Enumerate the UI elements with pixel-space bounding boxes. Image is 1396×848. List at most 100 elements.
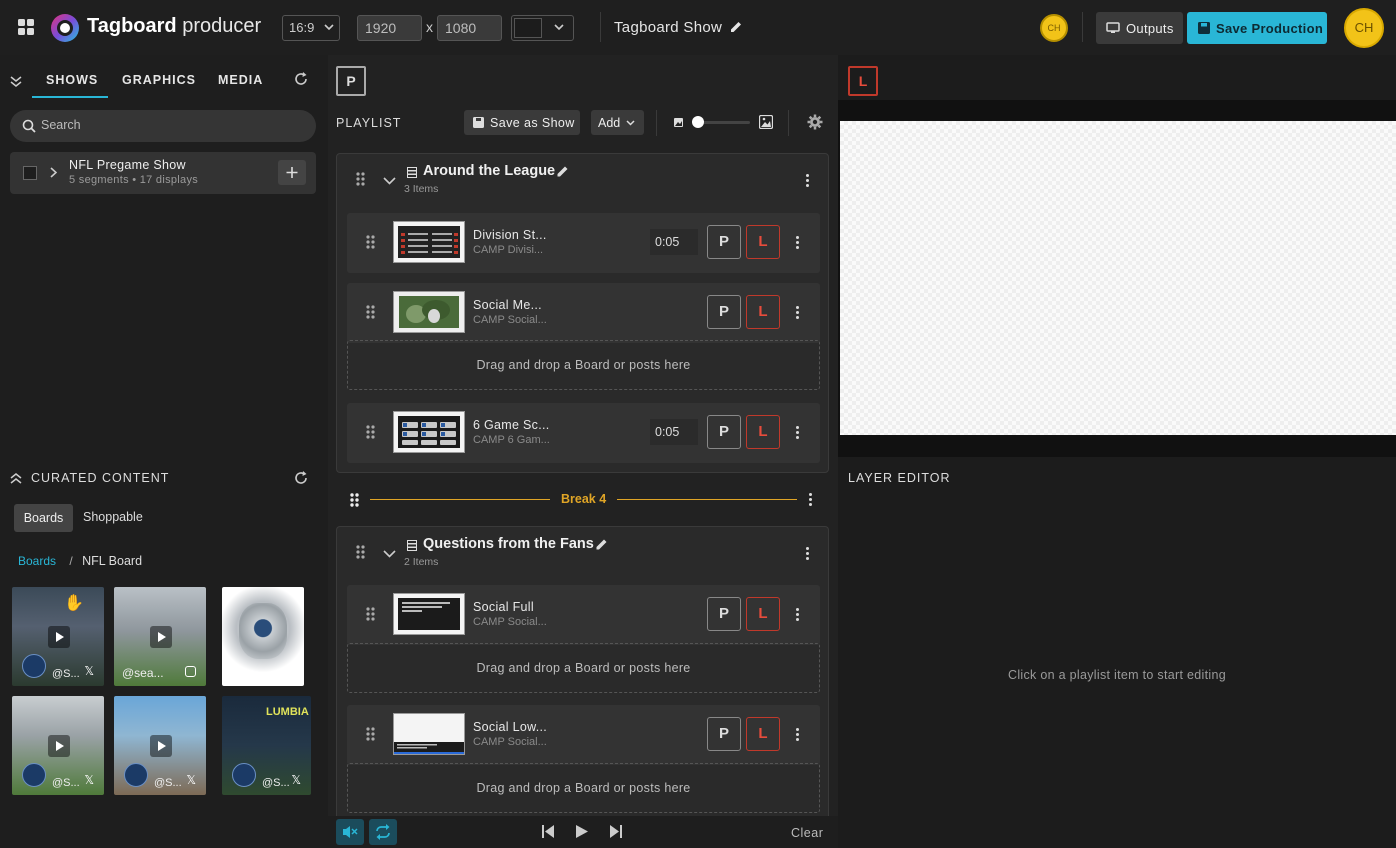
preview-button[interactable]: P bbox=[707, 225, 741, 259]
collapse-panel-icon[interactable] bbox=[10, 75, 22, 87]
more-options-icon[interactable] bbox=[796, 236, 800, 250]
item-subtitle: CAMP Social... bbox=[473, 314, 547, 326]
x-logo-icon: 𝕏 bbox=[291, 773, 301, 787]
more-options-icon[interactable] bbox=[796, 728, 800, 742]
save-as-show-button[interactable]: Save as Show bbox=[464, 110, 580, 135]
playlist-item[interactable]: 6 Game Sc... CAMP 6 Gam... 0:05 P L bbox=[347, 403, 820, 463]
live-button[interactable]: L bbox=[746, 225, 780, 259]
preview-button[interactable]: P bbox=[707, 295, 741, 329]
show-checkbox[interactable] bbox=[23, 166, 37, 180]
outputs-button[interactable]: Outputs bbox=[1096, 12, 1183, 44]
refresh-icon[interactable] bbox=[294, 471, 308, 485]
board-post-thumb[interactable]: @S... 𝕏 bbox=[12, 696, 104, 795]
preview-button[interactable]: P bbox=[707, 597, 741, 631]
board-post-thumb[interactable]: @S... 𝕏 ✋ bbox=[12, 587, 104, 686]
previous-icon[interactable] bbox=[542, 825, 554, 838]
background-color-select[interactable] bbox=[511, 15, 574, 41]
more-options-icon[interactable] bbox=[796, 426, 800, 440]
user-avatar[interactable]: CH bbox=[1344, 8, 1384, 48]
search-field[interactable]: Search bbox=[10, 110, 316, 142]
preview-button[interactable]: P bbox=[707, 415, 741, 449]
preview-button[interactable]: P bbox=[707, 717, 741, 751]
breadcrumb-separator: / bbox=[69, 554, 73, 568]
slider-handle[interactable] bbox=[692, 116, 704, 128]
board-post-thumb[interactable]: @S... 𝕏 bbox=[114, 696, 206, 795]
drag-handle-icon[interactable] bbox=[366, 425, 376, 439]
top-bar: Tagboard producer 16:9 1920 x 1080 Tagbo… bbox=[0, 0, 1396, 55]
breadcrumb-boards-link[interactable]: Boards bbox=[18, 554, 56, 568]
expand-section-icon[interactable] bbox=[10, 472, 22, 484]
drag-handle-icon[interactable] bbox=[366, 727, 376, 741]
post-handle: @sea... bbox=[122, 666, 164, 680]
left-panel: SHOWS GRAPHICS MEDIA Search NFL Pregame … bbox=[0, 55, 328, 848]
drag-handle-icon[interactable] bbox=[356, 545, 366, 559]
board-post-thumb[interactable]: LUMBIA @S... 𝕏 bbox=[222, 696, 311, 795]
live-canvas[interactable] bbox=[840, 121, 1396, 435]
more-options-icon[interactable] bbox=[806, 174, 810, 188]
more-options-icon[interactable] bbox=[809, 493, 813, 507]
drag-handle-icon[interactable] bbox=[366, 305, 376, 319]
more-options-icon[interactable] bbox=[806, 547, 810, 561]
mute-icon[interactable] bbox=[336, 819, 364, 845]
collaborator-avatar[interactable]: CH bbox=[1040, 14, 1068, 42]
live-badge[interactable]: L bbox=[848, 66, 878, 96]
add-dropdown-button[interactable]: Add bbox=[591, 110, 644, 135]
playlist-item[interactable]: Social Full CAMP Social... P L bbox=[347, 585, 820, 645]
duration-input[interactable]: 0:05 bbox=[650, 229, 698, 255]
board-post-thumb[interactable]: @sea... bbox=[114, 587, 206, 686]
chevron-down-icon[interactable] bbox=[383, 550, 396, 558]
duration-input[interactable]: 0:05 bbox=[650, 419, 698, 445]
brand-suffix: producer bbox=[182, 15, 262, 37]
chevron-down-icon[interactable] bbox=[383, 177, 396, 185]
drop-zone[interactable]: Drag and drop a Board or posts here bbox=[347, 643, 820, 693]
drag-handle-icon[interactable] bbox=[350, 493, 360, 507]
thumbnail-size-slider[interactable] bbox=[692, 116, 750, 128]
subtab-shoppable[interactable]: Shoppable bbox=[83, 510, 143, 524]
save-production-button[interactable]: Save Production bbox=[1187, 12, 1327, 44]
more-options-icon[interactable] bbox=[796, 306, 800, 320]
drag-handle-icon[interactable] bbox=[366, 235, 376, 249]
search-input[interactable]: Search bbox=[41, 118, 81, 132]
loop-icon[interactable] bbox=[369, 819, 397, 845]
playlist-item[interactable]: Division St... CAMP Divisi... 0:05 P L bbox=[347, 213, 820, 273]
tab-graphics[interactable]: GRAPHICS bbox=[122, 73, 196, 87]
post-handle: @S... bbox=[52, 777, 80, 789]
pencil-icon[interactable] bbox=[729, 20, 743, 34]
board-post-thumb[interactable]: @sea... bbox=[222, 587, 304, 686]
live-button[interactable]: L bbox=[746, 415, 780, 449]
clear-button[interactable]: Clear bbox=[791, 826, 823, 840]
drop-zone[interactable]: Drag and drop a Board or posts here bbox=[347, 763, 820, 813]
more-options-icon[interactable] bbox=[796, 608, 800, 622]
add-segment-button[interactable] bbox=[278, 160, 306, 185]
settings-gear-icon[interactable] bbox=[807, 114, 823, 130]
subtab-boards[interactable]: Boards bbox=[14, 504, 73, 532]
playlist-item[interactable]: Social Me... CAMP Social... P L bbox=[347, 283, 820, 343]
tagboard-logo-icon bbox=[50, 13, 80, 43]
pencil-icon[interactable] bbox=[556, 165, 569, 178]
tab-media[interactable]: MEDIA bbox=[218, 73, 263, 87]
preview-panel: L LAYER EDITOR Click on a playlist item … bbox=[838, 55, 1396, 848]
drag-handle-icon[interactable] bbox=[366, 607, 376, 621]
drag-handle-icon[interactable] bbox=[356, 172, 366, 186]
aspect-ratio-select[interactable]: 16:9 bbox=[282, 15, 340, 41]
live-button[interactable]: L bbox=[746, 295, 780, 329]
chevron-right-icon[interactable] bbox=[50, 167, 57, 178]
live-button[interactable]: L bbox=[746, 717, 780, 751]
preview-badge[interactable]: P bbox=[336, 66, 366, 96]
apps-grid-icon[interactable] bbox=[18, 19, 34, 35]
playlist-item[interactable]: Social Low... CAMP Social... P L bbox=[347, 705, 820, 765]
next-icon[interactable] bbox=[610, 825, 622, 838]
width-input[interactable]: 1920 bbox=[357, 15, 422, 41]
item-title: Social Me... bbox=[473, 298, 542, 312]
height-input[interactable]: 1080 bbox=[437, 15, 502, 41]
play-icon[interactable] bbox=[576, 825, 588, 838]
item-title: Division St... bbox=[473, 228, 547, 242]
segment-icon bbox=[407, 167, 417, 178]
dimension-separator: x bbox=[426, 19, 433, 35]
refresh-icon[interactable] bbox=[294, 72, 308, 86]
show-row[interactable]: NFL Pregame Show 5 segments • 17 display… bbox=[10, 152, 316, 194]
pencil-icon[interactable] bbox=[595, 538, 608, 551]
tab-shows[interactable]: SHOWS bbox=[46, 73, 98, 87]
drop-zone[interactable]: Drag and drop a Board or posts here bbox=[347, 340, 820, 390]
live-button[interactable]: L bbox=[746, 597, 780, 631]
